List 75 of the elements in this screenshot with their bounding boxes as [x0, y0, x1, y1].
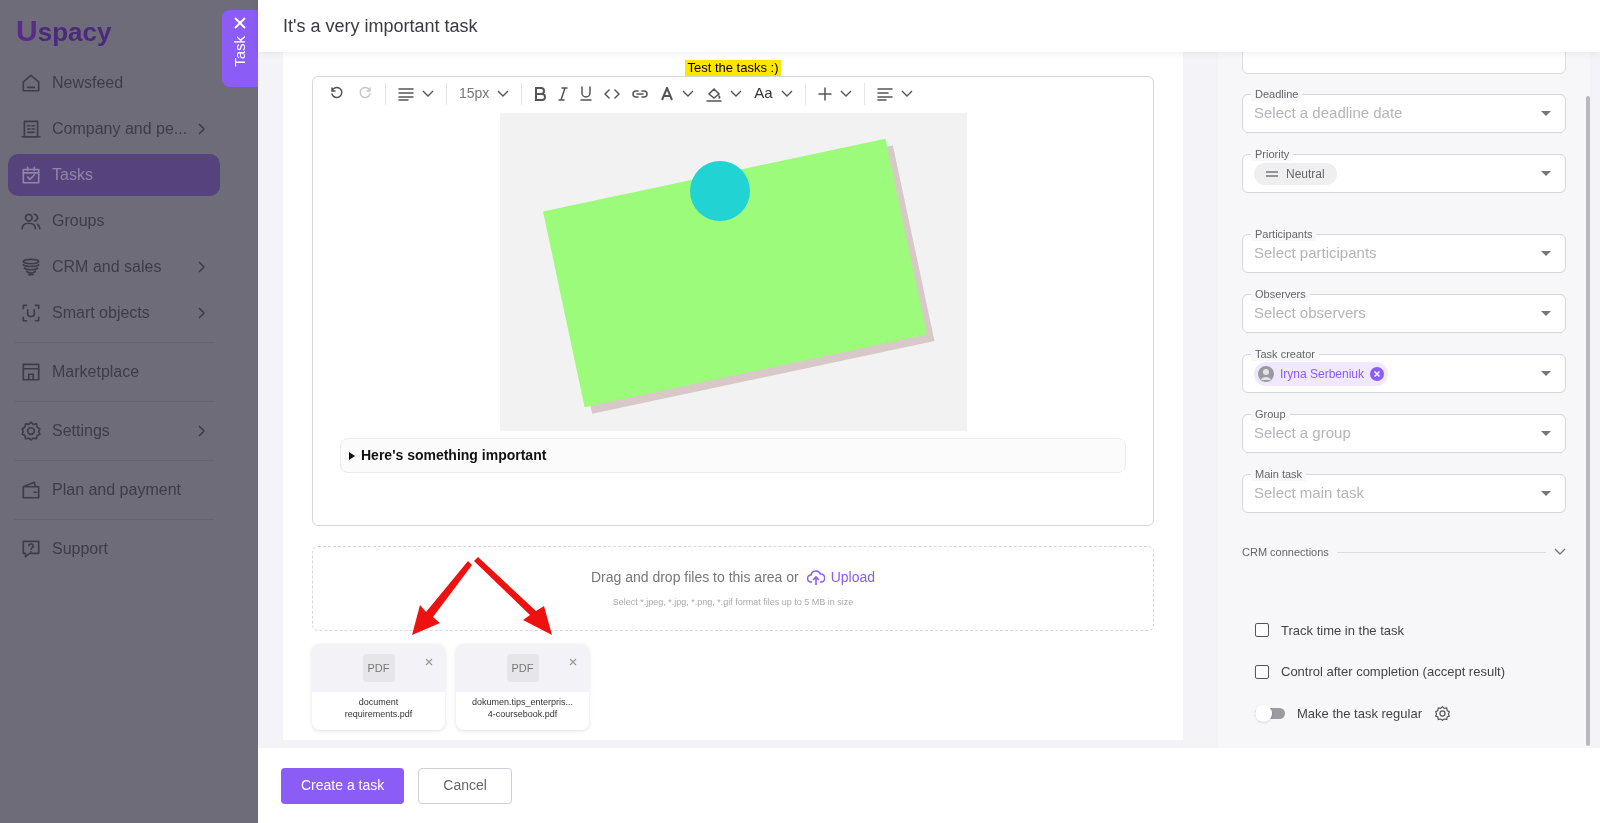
checkbox-option[interactable]: Track time in the task: [1255, 620, 1405, 640]
text-align-icon: [876, 86, 893, 101]
settings-icon[interactable]: [1434, 704, 1451, 722]
caret-down-icon: [730, 89, 743, 98]
cloud-upload-icon: [806, 569, 825, 586]
link-icon: [632, 87, 649, 100]
chevron-right-icon: [198, 123, 206, 135]
dropdown-arrow-icon: [1541, 311, 1551, 316]
italic-icon: [558, 86, 569, 101]
dropdown-arrow-icon: [1541, 251, 1551, 256]
stack-icon: [20, 256, 42, 278]
text-color-icon: [660, 86, 675, 101]
remove-icon[interactable]: [1370, 366, 1385, 381]
code-icon: [604, 87, 621, 100]
caret-down-icon: [422, 89, 434, 98]
select-field[interactable]: [1242, 52, 1566, 74]
crm-connections-label: CRM connections: [1242, 545, 1329, 560]
caret-down-icon: [682, 89, 695, 98]
text-case-dropdown[interactable]: Aa: [748, 79, 799, 108]
file-card[interactable]: PDF dokumen.tips_enterpris... 4-coursebook.pdf: [456, 644, 589, 730]
remove-icon[interactable]: [425, 658, 433, 666]
upload-hint: Select *.jpeg, *.jpg, *.png, *.gif format files up to 5 MB in size: [612, 596, 854, 610]
storefront-icon: [20, 361, 42, 383]
cancel-button[interactable]: Cancel: [418, 767, 512, 804]
scan-frame-icon: [20, 302, 42, 324]
settings-icon: [20, 420, 42, 442]
home-icon: [20, 72, 42, 94]
collapsible-section[interactable]: Here's something important: [340, 438, 1126, 473]
file-name: dokumen.tips_enterpris... 4-coursebook.pdf: [470, 696, 575, 720]
avatar-icon: [1258, 365, 1274, 382]
caret-down-icon: [900, 89, 913, 98]
checkbox-option[interactable]: Control after completion (accept result): [1255, 662, 1505, 682]
caret-down-icon: [497, 89, 510, 98]
dropdown-arrow-icon: [1541, 371, 1551, 376]
chevron-right-icon: [198, 425, 206, 437]
create-task-button[interactable]: Create a task: [281, 767, 405, 804]
help-chat-icon: [20, 538, 42, 560]
checkbox[interactable]: [1255, 664, 1269, 679]
file-type-badge: PDF: [362, 654, 395, 682]
user-chip: Iryna Serbeniuk: [1254, 361, 1389, 386]
task-panel-tab[interactable]: Task: [222, 10, 258, 87]
file-name: document requirements.pdf: [343, 696, 414, 720]
dropdown-arrow-icon: [1541, 171, 1551, 176]
file-type-badge: PDF: [506, 654, 539, 682]
close-icon[interactable]: [233, 16, 247, 30]
equals-icon: [1266, 170, 1278, 177]
regular-task-toggle[interactable]: Make the task regular: [1255, 703, 1451, 723]
bold-icon: [534, 86, 547, 101]
expand-triangle-icon: [349, 451, 355, 460]
highlighted-text: Test the tasks :): [685, 60, 781, 76]
dropdown-arrow-icon: [1541, 111, 1551, 116]
upload-link[interactable]: Upload: [806, 567, 876, 589]
chevron-right-icon: [198, 261, 206, 273]
chevron-icon[interactable]: [1554, 548, 1566, 557]
drop-zone-text: Drag and drop files to this area or: [590, 568, 799, 588]
caret-down-icon: [839, 89, 852, 98]
wallet-icon: [20, 479, 42, 501]
insert-icon: [817, 86, 832, 101]
text-editor[interactable]: 15px Aa Here's something important: [312, 76, 1154, 526]
caret-down-icon: [780, 89, 793, 98]
building-icon: [20, 118, 42, 140]
toggle-switch[interactable]: [1255, 704, 1285, 722]
dropdown-arrow-icon: [1541, 431, 1551, 436]
modal-title: It's a very important task: [283, 14, 478, 38]
paragraph-format-icon: [398, 86, 414, 101]
underline-icon: [580, 86, 593, 101]
checkbox[interactable]: [1255, 623, 1269, 638]
file-card[interactable]: PDF document requirements.pdf: [312, 644, 445, 730]
font-size-dropdown[interactable]: 15px: [453, 79, 516, 108]
chevron-right-icon: [198, 307, 206, 319]
fill-color-icon: [706, 85, 723, 102]
remove-icon[interactable]: [569, 658, 577, 666]
priority-chip: Neutral: [1254, 162, 1337, 185]
dropdown-arrow-icon: [1541, 491, 1551, 496]
calendar-check-icon: [20, 164, 42, 186]
